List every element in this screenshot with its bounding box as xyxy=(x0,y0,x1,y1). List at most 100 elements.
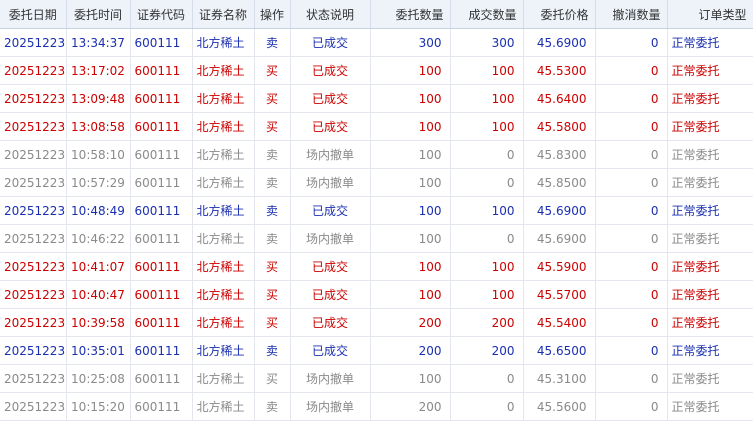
security-name-cell: 北方稀土 xyxy=(192,56,255,85)
operation-cell: 买 xyxy=(254,364,291,393)
operation-cell: 买 xyxy=(254,56,291,85)
order-date-cell: 20251223 xyxy=(0,308,67,337)
order-price-cell: 45.6500 xyxy=(523,336,596,365)
filled-quantity-cell: 0 xyxy=(450,224,524,253)
order-quantity-cell: 200 xyxy=(370,336,451,365)
status-cell: 已成交 xyxy=(290,252,371,281)
order-date-cell: 20251223 xyxy=(0,168,67,197)
column-header-order-quantity[interactable]: 委托数量 xyxy=(370,0,451,29)
operation-cell: 买 xyxy=(254,84,291,113)
cancelled-quantity-cell: 0 xyxy=(595,168,668,197)
table-row[interactable]: 20251223 10:57:29 600111 北方稀土卖场内撤单 100 0 45.85… xyxy=(0,168,753,197)
cancelled-quantity-cell: 0 xyxy=(595,196,668,225)
order-date-cell: 20251223 xyxy=(0,112,67,141)
order-price-cell: 45.5400 xyxy=(523,308,596,337)
cancelled-quantity-cell: 0 xyxy=(595,364,668,393)
table-row[interactable]: 20251223 10:39:58 600111 北方稀土买已成交 200 200 45.5… xyxy=(0,308,753,337)
column-header-security-name[interactable]: 证券名称 xyxy=(192,0,255,29)
order-type-cell: 正常委托 xyxy=(667,252,753,281)
table-row[interactable]: 20251223 10:40:47 600111 北方稀土买已成交 100 100 45.5… xyxy=(0,280,753,309)
filled-quantity-cell: 100 xyxy=(450,56,524,85)
table-row[interactable]: 20251223 10:15:20 600111 北方稀土卖场内撤单 200 0 45.56… xyxy=(0,392,753,421)
security-code-cell: 600111 xyxy=(130,140,193,169)
order-time-cell: 10:15:20 xyxy=(66,392,131,421)
status-cell: 场内撤单 xyxy=(290,224,371,253)
table-row[interactable]: 20251223 13:17:02 600111 北方稀土买已成交 100 100 45.5… xyxy=(0,56,753,85)
table-row[interactable]: 20251223 13:34:37 600111 北方稀土卖已成交 300 300 45.6… xyxy=(0,28,753,57)
security-code-cell: 600111 xyxy=(130,308,193,337)
order-date-cell: 20251223 xyxy=(0,364,67,393)
cancelled-quantity-cell: 0 xyxy=(595,140,668,169)
order-quantity-cell: 300 xyxy=(370,28,451,57)
cancelled-quantity-cell: 0 xyxy=(595,280,668,309)
table-row[interactable]: 20251223 10:41:07 600111 北方稀土买已成交 100 100 45.5… xyxy=(0,252,753,281)
column-header-status[interactable]: 状态说明 xyxy=(290,0,371,29)
table-row[interactable]: 20251223 10:35:01 600111 北方稀土卖已成交 200 200 45.6… xyxy=(0,336,753,365)
security-code-cell: 600111 xyxy=(130,336,193,365)
table-row[interactable]: 20251223 10:25:08 600111 北方稀土买场内撤单 100 0 45.31… xyxy=(0,364,753,393)
order-type-cell: 正常委托 xyxy=(667,224,753,253)
cancelled-quantity-cell: 0 xyxy=(595,336,668,365)
table-row[interactable]: 20251223 10:48:49 600111 北方稀土卖已成交 100 100 45.6… xyxy=(0,196,753,225)
order-quantity-cell: 200 xyxy=(370,308,451,337)
order-date-cell: 20251223 xyxy=(0,140,67,169)
status-cell: 已成交 xyxy=(290,196,371,225)
security-name-cell: 北方稀土 xyxy=(192,112,255,141)
order-date-cell: 20251223 xyxy=(0,84,67,113)
security-code-cell: 600111 xyxy=(130,112,193,141)
order-table-body: 20251223 13:34:37 600111 北方稀土卖已成交 300 300 45.6… xyxy=(0,28,753,421)
order-date-cell: 20251223 xyxy=(0,280,67,309)
order-price-cell: 45.5900 xyxy=(523,252,596,281)
status-cell: 已成交 xyxy=(290,280,371,309)
cancelled-quantity-cell: 0 xyxy=(595,308,668,337)
column-header-filled-quantity[interactable]: 成交数量 xyxy=(450,0,524,29)
column-header-order-time[interactable]: 委托时间 xyxy=(66,0,131,29)
order-time-cell: 10:25:08 xyxy=(66,364,131,393)
security-code-cell: 600111 xyxy=(130,224,193,253)
table-row[interactable]: 20251223 10:46:22 600111 北方稀土卖场内撤单 100 0 45.69… xyxy=(0,224,753,253)
order-price-cell: 45.6400 xyxy=(523,84,596,113)
filled-quantity-cell: 100 xyxy=(450,196,524,225)
column-header-cancelled-quantity[interactable]: 撤消数量 xyxy=(595,0,668,29)
order-time-cell: 13:08:58 xyxy=(66,112,131,141)
order-quantity-cell: 100 xyxy=(370,280,451,309)
header-row: 委托日期 委托时间 证券代码 证券名称 操作 状态说明 委托数量 成交数量 委托… xyxy=(0,0,753,29)
column-header-order-price[interactable]: 委托价格 xyxy=(523,0,596,29)
status-cell: 场内撤单 xyxy=(290,392,371,421)
order-price-cell: 45.8500 xyxy=(523,168,596,197)
order-type-cell: 正常委托 xyxy=(667,140,753,169)
security-name-cell: 北方稀土 xyxy=(192,336,255,365)
column-header-operation[interactable]: 操作 xyxy=(254,0,291,29)
order-quantity-cell: 100 xyxy=(370,140,451,169)
order-price-cell: 45.5700 xyxy=(523,280,596,309)
filled-quantity-cell: 300 xyxy=(450,28,524,57)
order-type-cell: 正常委托 xyxy=(667,56,753,85)
order-quantity-cell: 100 xyxy=(370,364,451,393)
order-price-cell: 45.5600 xyxy=(523,392,596,421)
operation-cell: 买 xyxy=(254,112,291,141)
status-cell: 场内撤单 xyxy=(290,168,371,197)
column-header-order-type[interactable]: 订单类型 xyxy=(667,0,753,29)
status-cell: 场内撤单 xyxy=(290,140,371,169)
order-quantity-cell: 100 xyxy=(370,56,451,85)
table-row[interactable]: 20251223 10:58:10 600111 北方稀土卖场内撤单 100 0 45.83… xyxy=(0,140,753,169)
cancelled-quantity-cell: 0 xyxy=(595,224,668,253)
column-header-security-code[interactable]: 证券代码 xyxy=(130,0,193,29)
cancelled-quantity-cell: 0 xyxy=(595,56,668,85)
operation-cell: 卖 xyxy=(254,392,291,421)
order-date-cell: 20251223 xyxy=(0,28,67,57)
security-name-cell: 北方稀土 xyxy=(192,280,255,309)
order-time-cell: 10:57:29 xyxy=(66,168,131,197)
order-price-cell: 45.6900 xyxy=(523,196,596,225)
security-code-cell: 600111 xyxy=(130,364,193,393)
security-code-cell: 600111 xyxy=(130,252,193,281)
table-row[interactable]: 20251223 13:08:58 600111 北方稀土买已成交 100 100 45.5… xyxy=(0,112,753,141)
column-header-order-date[interactable]: 委托日期 xyxy=(0,0,67,29)
filled-quantity-cell: 0 xyxy=(450,364,524,393)
order-quantity-cell: 100 xyxy=(370,252,451,281)
security-name-cell: 北方稀土 xyxy=(192,168,255,197)
operation-cell: 买 xyxy=(254,308,291,337)
cancelled-quantity-cell: 0 xyxy=(595,252,668,281)
order-time-cell: 10:58:10 xyxy=(66,140,131,169)
table-row[interactable]: 20251223 13:09:48 600111 北方稀土买已成交 100 100 45.6… xyxy=(0,84,753,113)
